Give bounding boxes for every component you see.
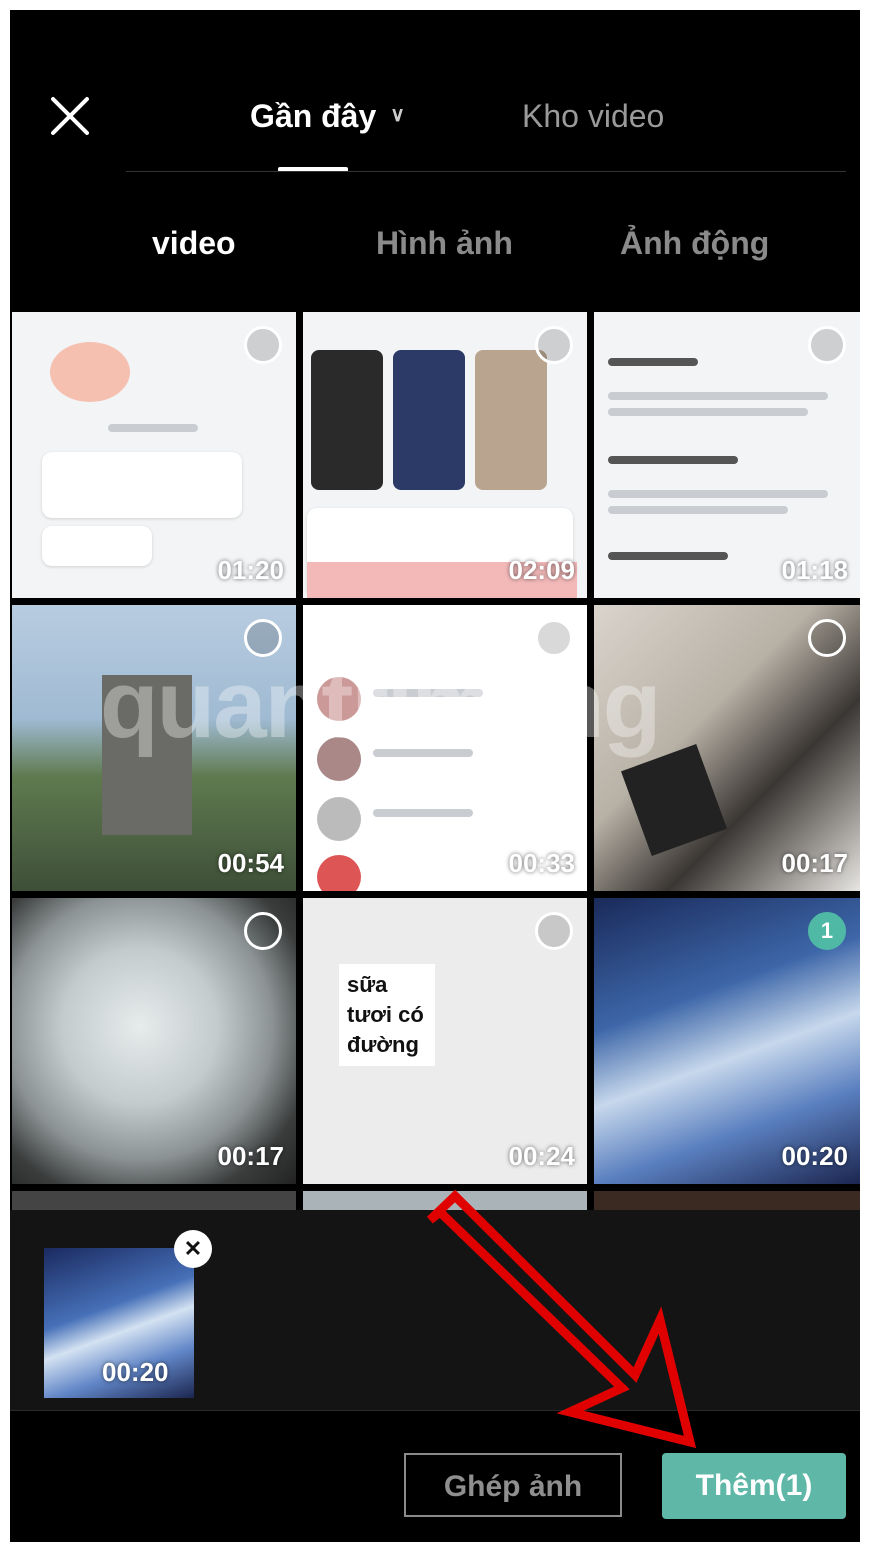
add-button[interactable]: Thêm(1)	[662, 1453, 846, 1519]
video-duration: 00:17	[781, 848, 849, 878]
tab-recent[interactable]: Gần đây ∨	[250, 98, 405, 135]
placeholder-line	[608, 408, 808, 416]
media-tile[interactable]: 1 00:20	[594, 898, 860, 1184]
subtab-video[interactable]: video	[152, 225, 236, 262]
media-tile[interactable]: 00:17	[12, 898, 296, 1184]
tab-video-library[interactable]: Kho video	[522, 98, 664, 135]
placeholder-line	[608, 358, 698, 366]
selected-thumbnail[interactable]: 00:20	[44, 1248, 194, 1398]
media-tile[interactable]	[594, 1191, 860, 1211]
tab-recent-label: Gần đây	[250, 98, 377, 134]
select-circle[interactable]	[808, 326, 846, 364]
video-duration: 00:17	[217, 1141, 285, 1171]
placeholder-line	[608, 392, 828, 400]
media-tile[interactable]	[12, 1191, 296, 1211]
selected-index-badge[interactable]: 1	[808, 912, 846, 950]
footer-divider	[10, 1410, 860, 1411]
chevron-down-icon: ∨	[390, 104, 405, 127]
avatar	[317, 855, 361, 891]
select-circle[interactable]	[535, 326, 573, 364]
chat-bubble	[42, 452, 242, 518]
media-tile[interactable]: 01:18	[594, 312, 860, 598]
media-tile[interactable]	[303, 1191, 587, 1211]
placeholder-line	[608, 506, 788, 514]
placeholder-line	[608, 552, 728, 560]
select-circle[interactable]	[808, 619, 846, 657]
media-picker: Gần đây ∨ Kho video video Hình ảnh Ảnh độ…	[10, 10, 860, 1542]
media-tile[interactable]: 01:20	[12, 312, 296, 598]
remove-selected-icon[interactable]: ✕	[174, 1230, 212, 1268]
select-circle[interactable]	[244, 326, 282, 364]
selected-media-bar: 00:20 ✕	[10, 1210, 860, 1410]
video-duration: 02:09	[508, 555, 576, 585]
story-card	[311, 350, 383, 490]
subtab-images[interactable]: Hình ảnh	[376, 225, 513, 262]
select-circle[interactable]	[535, 912, 573, 950]
close-icon[interactable]	[48, 94, 92, 138]
select-circle[interactable]	[244, 912, 282, 950]
chat-bubble	[42, 526, 152, 566]
video-duration: 01:20	[217, 555, 285, 585]
media-tile[interactable]: 02:09	[303, 312, 587, 598]
video-duration: 01:18	[781, 555, 849, 585]
video-duration: 00:54	[217, 848, 285, 878]
subtab-gifs[interactable]: Ảnh động	[620, 225, 769, 262]
video-duration: 00:20	[781, 1141, 849, 1171]
placeholder-line	[373, 809, 473, 817]
media-tile[interactable]: sữa tươi có đường 00:24	[303, 898, 587, 1184]
placeholder-line	[108, 424, 198, 432]
ghep-anh-button[interactable]: Ghép ảnh	[404, 1453, 622, 1517]
story-card	[393, 350, 465, 490]
placeholder-line	[608, 456, 738, 464]
watermark-logo: quantrimang	[100, 651, 661, 758]
header-divider	[126, 171, 846, 172]
video-duration: 00:33	[508, 848, 576, 878]
story-card	[475, 350, 547, 490]
video-duration: 00:20	[102, 1357, 169, 1387]
placeholder-line	[608, 490, 828, 498]
monitor-image	[621, 744, 727, 856]
sticker-image	[50, 342, 130, 402]
video-duration: 00:24	[508, 1141, 576, 1171]
avatar	[317, 797, 361, 841]
video-caption: sữa tươi có đường	[339, 964, 435, 1066]
